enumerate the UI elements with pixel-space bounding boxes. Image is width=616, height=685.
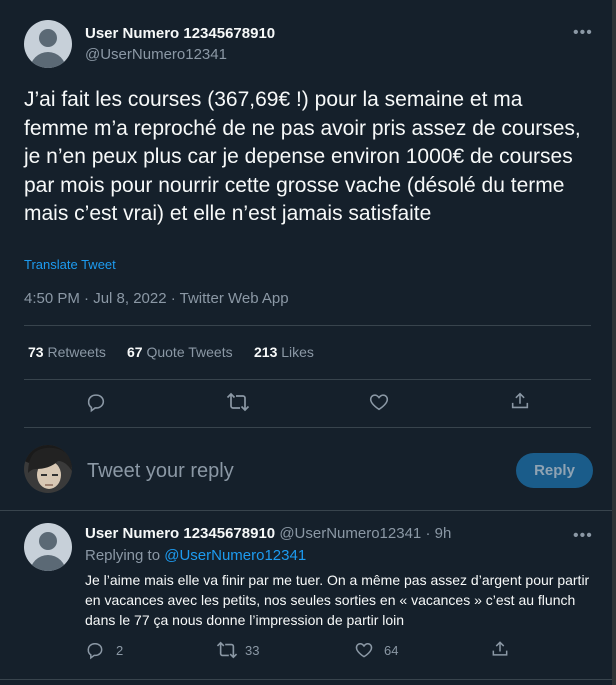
reply-input[interactable]: Tweet your reply	[87, 460, 234, 483]
handle[interactable]: @UserNumero12341	[85, 46, 227, 63]
comment-icon[interactable]	[85, 640, 105, 660]
avatar[interactable]	[24, 20, 72, 68]
replying-to: Replying to @UserNumero12341	[85, 547, 307, 564]
reply-header: User Numero 12345678910 @UserNumero12341…	[85, 525, 451, 542]
reply-button[interactable]: Reply	[516, 453, 593, 488]
user-avatar[interactable]	[24, 445, 72, 493]
divider	[0, 510, 612, 511]
divider	[24, 427, 591, 428]
reply-count: 2	[116, 643, 124, 658]
more-dots-icon[interactable]: •••	[573, 24, 593, 42]
likes-stat[interactable]: 213 Likes	[254, 344, 314, 360]
retweet-icon[interactable]	[216, 640, 238, 660]
retweets-stat[interactable]: 73 Retweets	[28, 344, 106, 360]
divider	[0, 679, 612, 680]
replying-handle-link[interactable]: @UserNumero12341	[164, 547, 306, 564]
retweet-icon[interactable]	[226, 391, 250, 413]
handle-time[interactable]: @UserNumero12341 · 9h	[279, 525, 451, 542]
like-count: 64	[384, 643, 399, 658]
display-name[interactable]: User Numero 12345678910	[85, 525, 275, 542]
tweet-text: J’ai fait les courses (367,69€ !) pour l…	[24, 88, 581, 225]
heart-icon[interactable]	[368, 391, 390, 413]
comment-icon[interactable]	[85, 391, 107, 413]
avatar[interactable]	[24, 523, 72, 571]
tweet-meta[interactable]: 4:50 PM · Jul 8, 2022 · Twitter Web App	[24, 290, 289, 307]
translate-tweet-link[interactable]: Translate Tweet	[24, 257, 116, 272]
share-icon[interactable]	[509, 390, 531, 412]
display-name[interactable]: User Numero 12345678910	[85, 25, 275, 42]
share-icon[interactable]	[490, 639, 510, 659]
heart-icon[interactable]	[354, 640, 374, 660]
quote-tweets-stat[interactable]: 67 Quote Tweets	[127, 344, 233, 360]
divider	[24, 325, 591, 326]
divider	[24, 379, 591, 380]
retweet-count: 33	[245, 643, 260, 658]
more-dots-icon[interactable]: •••	[573, 527, 593, 545]
reply-text: Je l’aime mais elle va finir par me tuer…	[85, 572, 590, 628]
